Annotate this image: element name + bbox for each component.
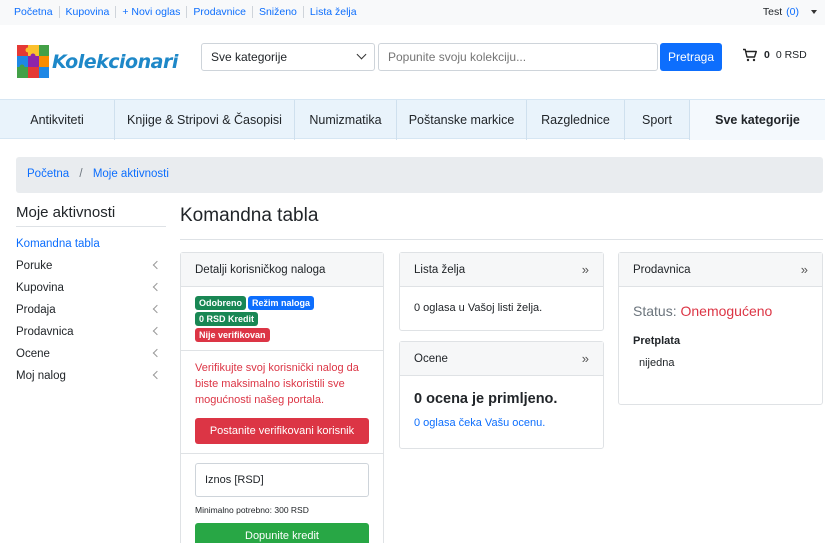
verify-button[interactable]: Postanite verifikovani korisnik — [195, 418, 369, 444]
subscription-value: nijedna — [639, 357, 675, 369]
top-nav: Početna Kupovina + Novi oglas Prodavnice… — [8, 6, 363, 18]
sidebar-item-dashboard[interactable]: Komandna tabla — [16, 236, 166, 258]
sidebar-item-ratings[interactable]: Ocene — [16, 346, 166, 368]
verify-warning: Verifikujte svoj korisnički nalog da bis… — [195, 362, 359, 406]
chevron-left-icon — [152, 304, 162, 314]
user-message-count: (0) — [786, 6, 799, 18]
sidebar-item-label: Kupovina — [16, 282, 64, 294]
caret-down-icon — [811, 10, 817, 14]
shop-status-label: Status: — [633, 303, 677, 319]
topnav-home-link[interactable]: Početna — [8, 6, 60, 18]
logo-text: Kolekcionari — [52, 51, 178, 73]
double-chevron-right-icon[interactable]: » — [801, 253, 808, 287]
category-all[interactable]: Sve kategorije — [690, 100, 825, 140]
sidebar-item-account[interactable]: Moj nalog — [16, 368, 166, 390]
cart-total: 0 RSD — [775, 49, 807, 61]
sidebar-divider — [16, 226, 166, 227]
chevron-left-icon — [152, 282, 162, 292]
account-card-header: Detalji korisničkog naloga — [181, 253, 383, 287]
ratings-card: Ocene » 0 ocena je primljeno. 0 oglasa č… — [399, 341, 604, 449]
sidebar-item-label: Prodaja — [16, 304, 56, 316]
status-badge-account-mode: Režim naloga — [248, 296, 315, 310]
page-title: Komandna tabla — [180, 205, 319, 226]
title-divider — [180, 239, 823, 240]
status-badge-credit: 0 RSD Kredit — [195, 312, 259, 326]
category-nav: Antikviteti Knjige & Stripovi & Časopisi… — [0, 99, 825, 140]
chevron-left-icon — [152, 326, 162, 336]
breadcrumb-current: Moje aktivnosti — [92, 168, 169, 180]
topnav-shops-link[interactable]: Prodavnice — [187, 6, 253, 18]
sidebar-item-label: Poruke — [16, 260, 53, 272]
subscription-title: Pretplata — [633, 335, 681, 347]
category-select[interactable]: Sve kategorije — [201, 43, 375, 71]
topnav-wishlist-link[interactable]: Lista želja — [304, 6, 363, 18]
sidebar-item-label: Moj nalog — [16, 370, 66, 382]
breadcrumb: Početna / Moje aktivnosti — [16, 157, 823, 193]
shop-status: Status: Onemogućeno — [619, 287, 822, 319]
user-menu[interactable]: Test (0) — [763, 6, 817, 18]
sidebar-title: Moje aktivnosti — [16, 204, 116, 221]
status-badge-unverified: Nije verifikovan — [195, 328, 270, 342]
pending-ratings-link[interactable]: 0 oglasa čeka Vašu ocenu. — [400, 407, 603, 429]
chevron-down-icon — [356, 49, 367, 60]
user-name: Test — [762, 6, 783, 18]
category-postcards[interactable]: Razglednice — [527, 100, 625, 140]
ratings-card-title: Ocene — [414, 353, 448, 365]
category-books-comics[interactable]: Knjige & Stripovi & Časopisi — [115, 100, 295, 140]
wishlist-card-header[interactable]: Lista želja » — [400, 253, 603, 287]
breadcrumb-home[interactable]: Početna — [27, 168, 69, 180]
account-badges: Odobreno Režim naloga 0 RSD Kredit Nije … — [181, 287, 341, 350]
top-bar: Početna Kupovina + Novi oglas Prodavnice… — [0, 0, 825, 25]
wishlist-text: 0 oglasa u Vašoj listi želja. — [414, 302, 543, 314]
chevron-left-icon — [152, 348, 162, 358]
sidebar-menu: Komandna tabla Poruke Kupovina Prodaja P… — [16, 236, 166, 390]
cart-widget[interactable]: 0 0 RSD — [742, 48, 807, 62]
sidebar-item-label: Ocene — [16, 348, 50, 360]
top-up-credit-button[interactable]: Dopunite kredit — [195, 523, 369, 543]
ratings-card-header[interactable]: Ocene » — [400, 342, 603, 376]
sidebar-item-label: Prodavnica — [16, 326, 74, 338]
category-sport[interactable]: Sport — [625, 100, 690, 140]
search-button[interactable]: Pretraga — [660, 43, 722, 71]
site-logo[interactable]: Kolekcionari — [16, 42, 178, 82]
chevron-left-icon — [152, 370, 162, 380]
search-input[interactable] — [378, 43, 658, 71]
chevron-left-icon — [152, 260, 162, 270]
account-card-title: Detalji korisničkog naloga — [195, 264, 326, 276]
cart-count: 0 — [764, 49, 770, 61]
sidebar-item-messages[interactable]: Poruke — [16, 258, 166, 280]
status-badge-approved: Odobreno — [195, 296, 246, 310]
category-antiques[interactable]: Antikviteti — [0, 100, 115, 140]
account-details-card: Detalji korisničkog naloga Odobreno Reži… — [180, 252, 384, 543]
sidebar-item-shopping[interactable]: Kupovina — [16, 280, 166, 302]
topnav-shopping-link[interactable]: Kupovina — [60, 6, 117, 18]
topnav-new-ad-link[interactable]: + Novi oglas — [116, 6, 188, 18]
cart-icon — [743, 48, 757, 62]
puzzle-logo-icon — [17, 45, 49, 78]
category-select-value: Sve kategorije — [211, 50, 288, 64]
shop-card-header[interactable]: Prodavnica » — [619, 253, 822, 287]
shop-status-value: Onemogućeno — [680, 303, 773, 319]
ratings-received-count: 0 ocena je primljeno. — [414, 391, 558, 407]
shop-card: Prodavnica » Status: Onemogućeno Pretpla… — [618, 252, 823, 405]
wishlist-card-title: Lista želja — [414, 264, 466, 276]
sidebar-item-label: Komandna tabla — [16, 238, 100, 250]
shop-card-title: Prodavnica — [633, 264, 691, 276]
topnav-discounted-link[interactable]: Sniženo — [253, 6, 304, 18]
sidebar-item-sales[interactable]: Prodaja — [16, 302, 166, 324]
breadcrumb-separator: / — [79, 168, 83, 180]
amount-input[interactable]: Iznos [RSD] — [195, 463, 369, 497]
category-numismatics[interactable]: Numizmatika — [295, 100, 397, 140]
minimum-amount-text: Minimalno potrebno: 300 RSD — [195, 505, 309, 515]
double-chevron-right-icon[interactable]: » — [582, 253, 589, 287]
double-chevron-right-icon[interactable]: » — [582, 342, 589, 376]
category-stamps[interactable]: Poštanske markice — [397, 100, 527, 140]
wishlist-card: Lista želja » 0 oglasa u Vašoj listi žel… — [399, 252, 604, 331]
sidebar-item-shop[interactable]: Prodavnica — [16, 324, 166, 346]
